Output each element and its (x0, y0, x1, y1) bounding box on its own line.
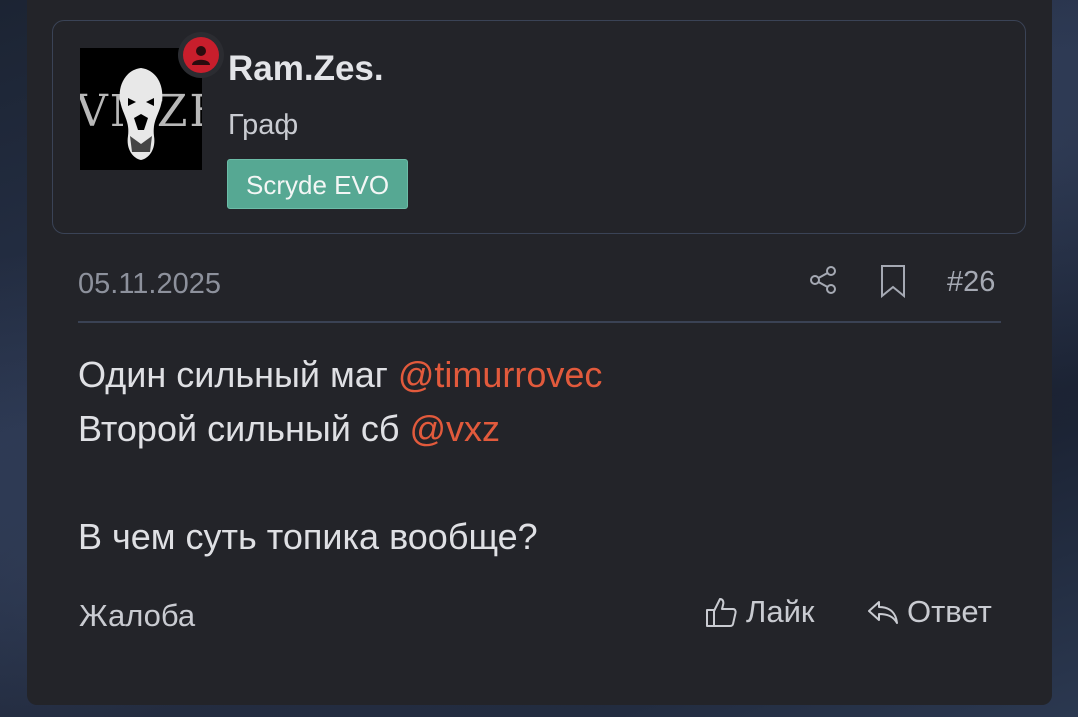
content-line: В чем суть топика вообще? (78, 510, 602, 564)
share-button[interactable] (807, 264, 839, 301)
user-group-badge: Scryde EVO (227, 159, 409, 209)
post-date[interactable]: 05.11.2025 (78, 268, 221, 301)
content-text: В чем суть топика вообще? (78, 516, 538, 557)
thumbs-up-icon (706, 598, 737, 627)
post-number[interactable]: #26 (947, 266, 995, 299)
user-card: VMZE Ram.Zes. Граф Scryde EVO (52, 20, 1026, 234)
user-mention[interactable]: @timurrovec (398, 354, 603, 395)
bookmark-button[interactable] (879, 264, 907, 303)
content-line: Второй сильный сб @vxz (78, 402, 602, 456)
like-button[interactable]: Лайк (704, 594, 814, 630)
status-indicator (178, 32, 224, 78)
reply-button[interactable]: Ответ (865, 594, 992, 630)
like-label: Лайк (746, 594, 815, 629)
report-button[interactable]: Жалоба (79, 598, 195, 634)
user-rank: Граф (228, 109, 299, 141)
content-text: Один сильный маг (78, 354, 398, 395)
user-icon (192, 46, 210, 65)
user-mention[interactable]: @vxz (409, 408, 500, 449)
reply-label: Ответ (907, 594, 992, 629)
username[interactable]: Ram.Zes. (228, 49, 384, 89)
reply-icon (868, 601, 898, 624)
share-icon (810, 266, 836, 294)
content-blank-line (78, 456, 602, 510)
post-content: Один сильный маг @timurrovec Второй силь… (78, 348, 602, 564)
content-text: Второй сильный сб (78, 408, 410, 449)
divider (78, 321, 1001, 323)
forum-post: VMZE Ram.Zes. Граф Scryde EVO 05.11.2025 (27, 0, 1052, 705)
content-line: Один сильный маг @timurrovec (78, 348, 602, 402)
bookmark-icon (881, 265, 905, 299)
